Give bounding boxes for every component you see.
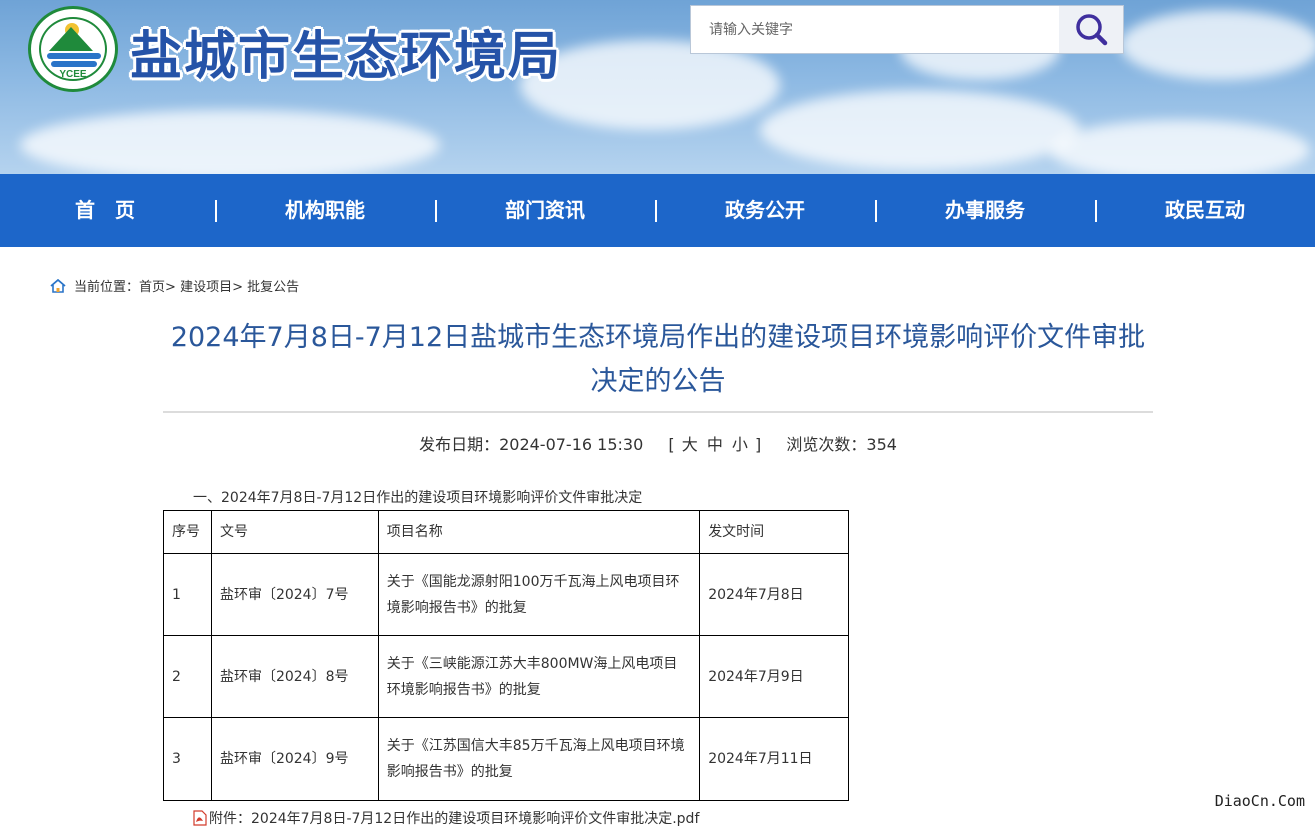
home-icon <box>50 279 66 293</box>
nav-divider <box>875 200 877 222</box>
nav-item-interaction[interactable]: 政民互动 <box>1115 174 1295 247</box>
breadcrumb: 当前位置：首页> 建设项目> 批复公告 <box>50 276 299 295</box>
nav-item-news[interactable]: 部门资讯 <box>455 174 635 247</box>
table-row: 3 盐环审〔2024〕9号 关于《江苏国信大丰85万千瓦海上风电项目环境影响报告… <box>163 717 849 801</box>
mountain-icon <box>49 27 93 51</box>
article-title-line: 2024年7月8日-7月12日盐城市生态环境局作出的建设项目环境影响评价文件审批 <box>170 322 1146 353</box>
table-cell-no: 2 <box>163 635 212 718</box>
nav-item-services[interactable]: 办事服务 <box>895 174 1075 247</box>
logo-text: YCEE <box>59 69 87 80</box>
site-title[interactable]: 盐城市生态环境局 <box>130 14 562 89</box>
breadcrumb-separator: > <box>165 280 176 295</box>
nav-divider <box>435 200 437 222</box>
article-title: 2024年7月8日-7月12日盐城市生态环境局作出的建设项目环境影响评价文件审批… <box>163 316 1153 404</box>
table-header-cell: 文号 <box>210 510 379 554</box>
site-logo[interactable]: YCEE <box>28 6 118 92</box>
font-size-bracket: ] <box>755 435 762 454</box>
table-header-row: 序号 文号 项目名称 发文时间 <box>163 510 849 554</box>
search-button[interactable] <box>1059 6 1123 53</box>
table-cell-name: 关于《国能龙源射阳100万千瓦海上风电项目环境影响报告书》的批复 <box>377 553 701 636</box>
table-cell-date: 2024年7月8日 <box>699 553 849 636</box>
breadcrumb-projects[interactable]: 建设项目 <box>180 280 232 295</box>
main-nav: 首 页 机构职能 部门资讯 政务公开 办事服务 政民互动 <box>0 174 1315 247</box>
cloud-decoration <box>1050 120 1310 174</box>
publish-label: 发布日期： <box>419 435 500 454</box>
view-count: 浏览次数：354 <box>786 435 897 454</box>
font-size-large[interactable]: 大 <box>682 435 698 454</box>
font-size-small[interactable]: 小 <box>732 435 748 454</box>
attachment-file-link[interactable]: 2024年7月8日-7月12日作出的建设项目环境影响评价文件审批决定.pdf <box>251 811 699 827</box>
approval-table: 序号 文号 项目名称 发文时间 1 盐环审〔2024〕7号 关于《国能龙源射阳1… <box>163 510 849 801</box>
nav-item-gov-affairs[interactable]: 政务公开 <box>675 174 855 247</box>
publish-info: 发布日期：2024-07-16 15:30 <box>419 435 643 454</box>
search-icon <box>1076 14 1108 46</box>
font-size-bracket: [ <box>668 435 675 454</box>
nav-divider <box>1095 200 1097 222</box>
table-header-cell: 序号 <box>163 510 212 554</box>
breadcrumb-approvals[interactable]: 批复公告 <box>247 280 299 295</box>
view-count-label: 浏览次数： <box>786 435 867 454</box>
nav-divider <box>655 200 657 222</box>
breadcrumb-prefix: 当前位置： <box>74 280 140 295</box>
table-cell-doc: 盐环审〔2024〕8号 <box>210 635 379 718</box>
view-count-value: 354 <box>866 435 897 454</box>
nav-divider <box>215 200 217 222</box>
wave-icon <box>51 61 97 67</box>
table-row: 2 盐环审〔2024〕8号 关于《三峡能源江苏大丰800MW海上风电项目环境影响… <box>163 635 849 718</box>
cloud-decoration <box>1120 10 1315 80</box>
article-title-line: 决定的公告 <box>590 366 726 397</box>
cloud-decoration <box>760 90 1080 170</box>
table-cell-date: 2024年7月9日 <box>699 635 849 718</box>
breadcrumb-separator: > <box>232 280 243 295</box>
table-cell-doc: 盐环审〔2024〕7号 <box>210 553 379 636</box>
breadcrumb-home[interactable]: 首页 <box>139 280 165 295</box>
search-box <box>690 5 1124 54</box>
pdf-icon <box>193 810 207 826</box>
article-meta: 发布日期：2024-07-16 15:30 [ 大 中 小 ] 浏览次数：354 <box>163 431 1153 455</box>
table-row: 1 盐环审〔2024〕7号 关于《国能龙源射阳100万千瓦海上风电项目环境影响报… <box>163 553 849 636</box>
table-cell-no: 3 <box>163 717 212 801</box>
search-input[interactable] <box>691 6 1059 53</box>
table-header-cell: 发文时间 <box>699 510 849 554</box>
attachment-label: 附件： <box>209 811 251 827</box>
nav-item-home[interactable]: 首 页 <box>15 174 195 247</box>
table-cell-name: 关于《江苏国信大丰85万千瓦海上风电项目环境影响报告书》的批复 <box>377 717 701 801</box>
table-cell-doc: 盐环审〔2024〕9号 <box>210 717 379 801</box>
table-header-cell: 项目名称 <box>377 510 701 554</box>
cloud-decoration <box>20 110 440 174</box>
nav-item-functions[interactable]: 机构职能 <box>235 174 415 247</box>
wave-icon <box>47 53 101 59</box>
section-heading: 一、2024年7月8日-7月12日作出的建设项目环境影响评价文件审批决定 <box>193 490 643 506</box>
attachment[interactable]: 附件：2024年7月8日-7月12日作出的建设项目环境影响评价文件审批决定.pd… <box>193 808 699 828</box>
header-banner: YCEE 盐城市生态环境局 <box>0 0 1315 174</box>
watermark: DiaoCn.Com <box>1214 792 1305 810</box>
table-cell-no: 1 <box>163 553 212 636</box>
font-size-switcher: [ 大 中 小 ] <box>668 435 761 454</box>
title-divider <box>163 411 1153 413</box>
publish-date: 2024-07-16 15:30 <box>499 435 644 454</box>
table-cell-date: 2024年7月11日 <box>699 717 849 801</box>
font-size-medium[interactable]: 中 <box>707 435 723 454</box>
table-cell-name: 关于《三峡能源江苏大丰800MW海上风电项目环境影响报告书》的批复 <box>377 635 701 718</box>
